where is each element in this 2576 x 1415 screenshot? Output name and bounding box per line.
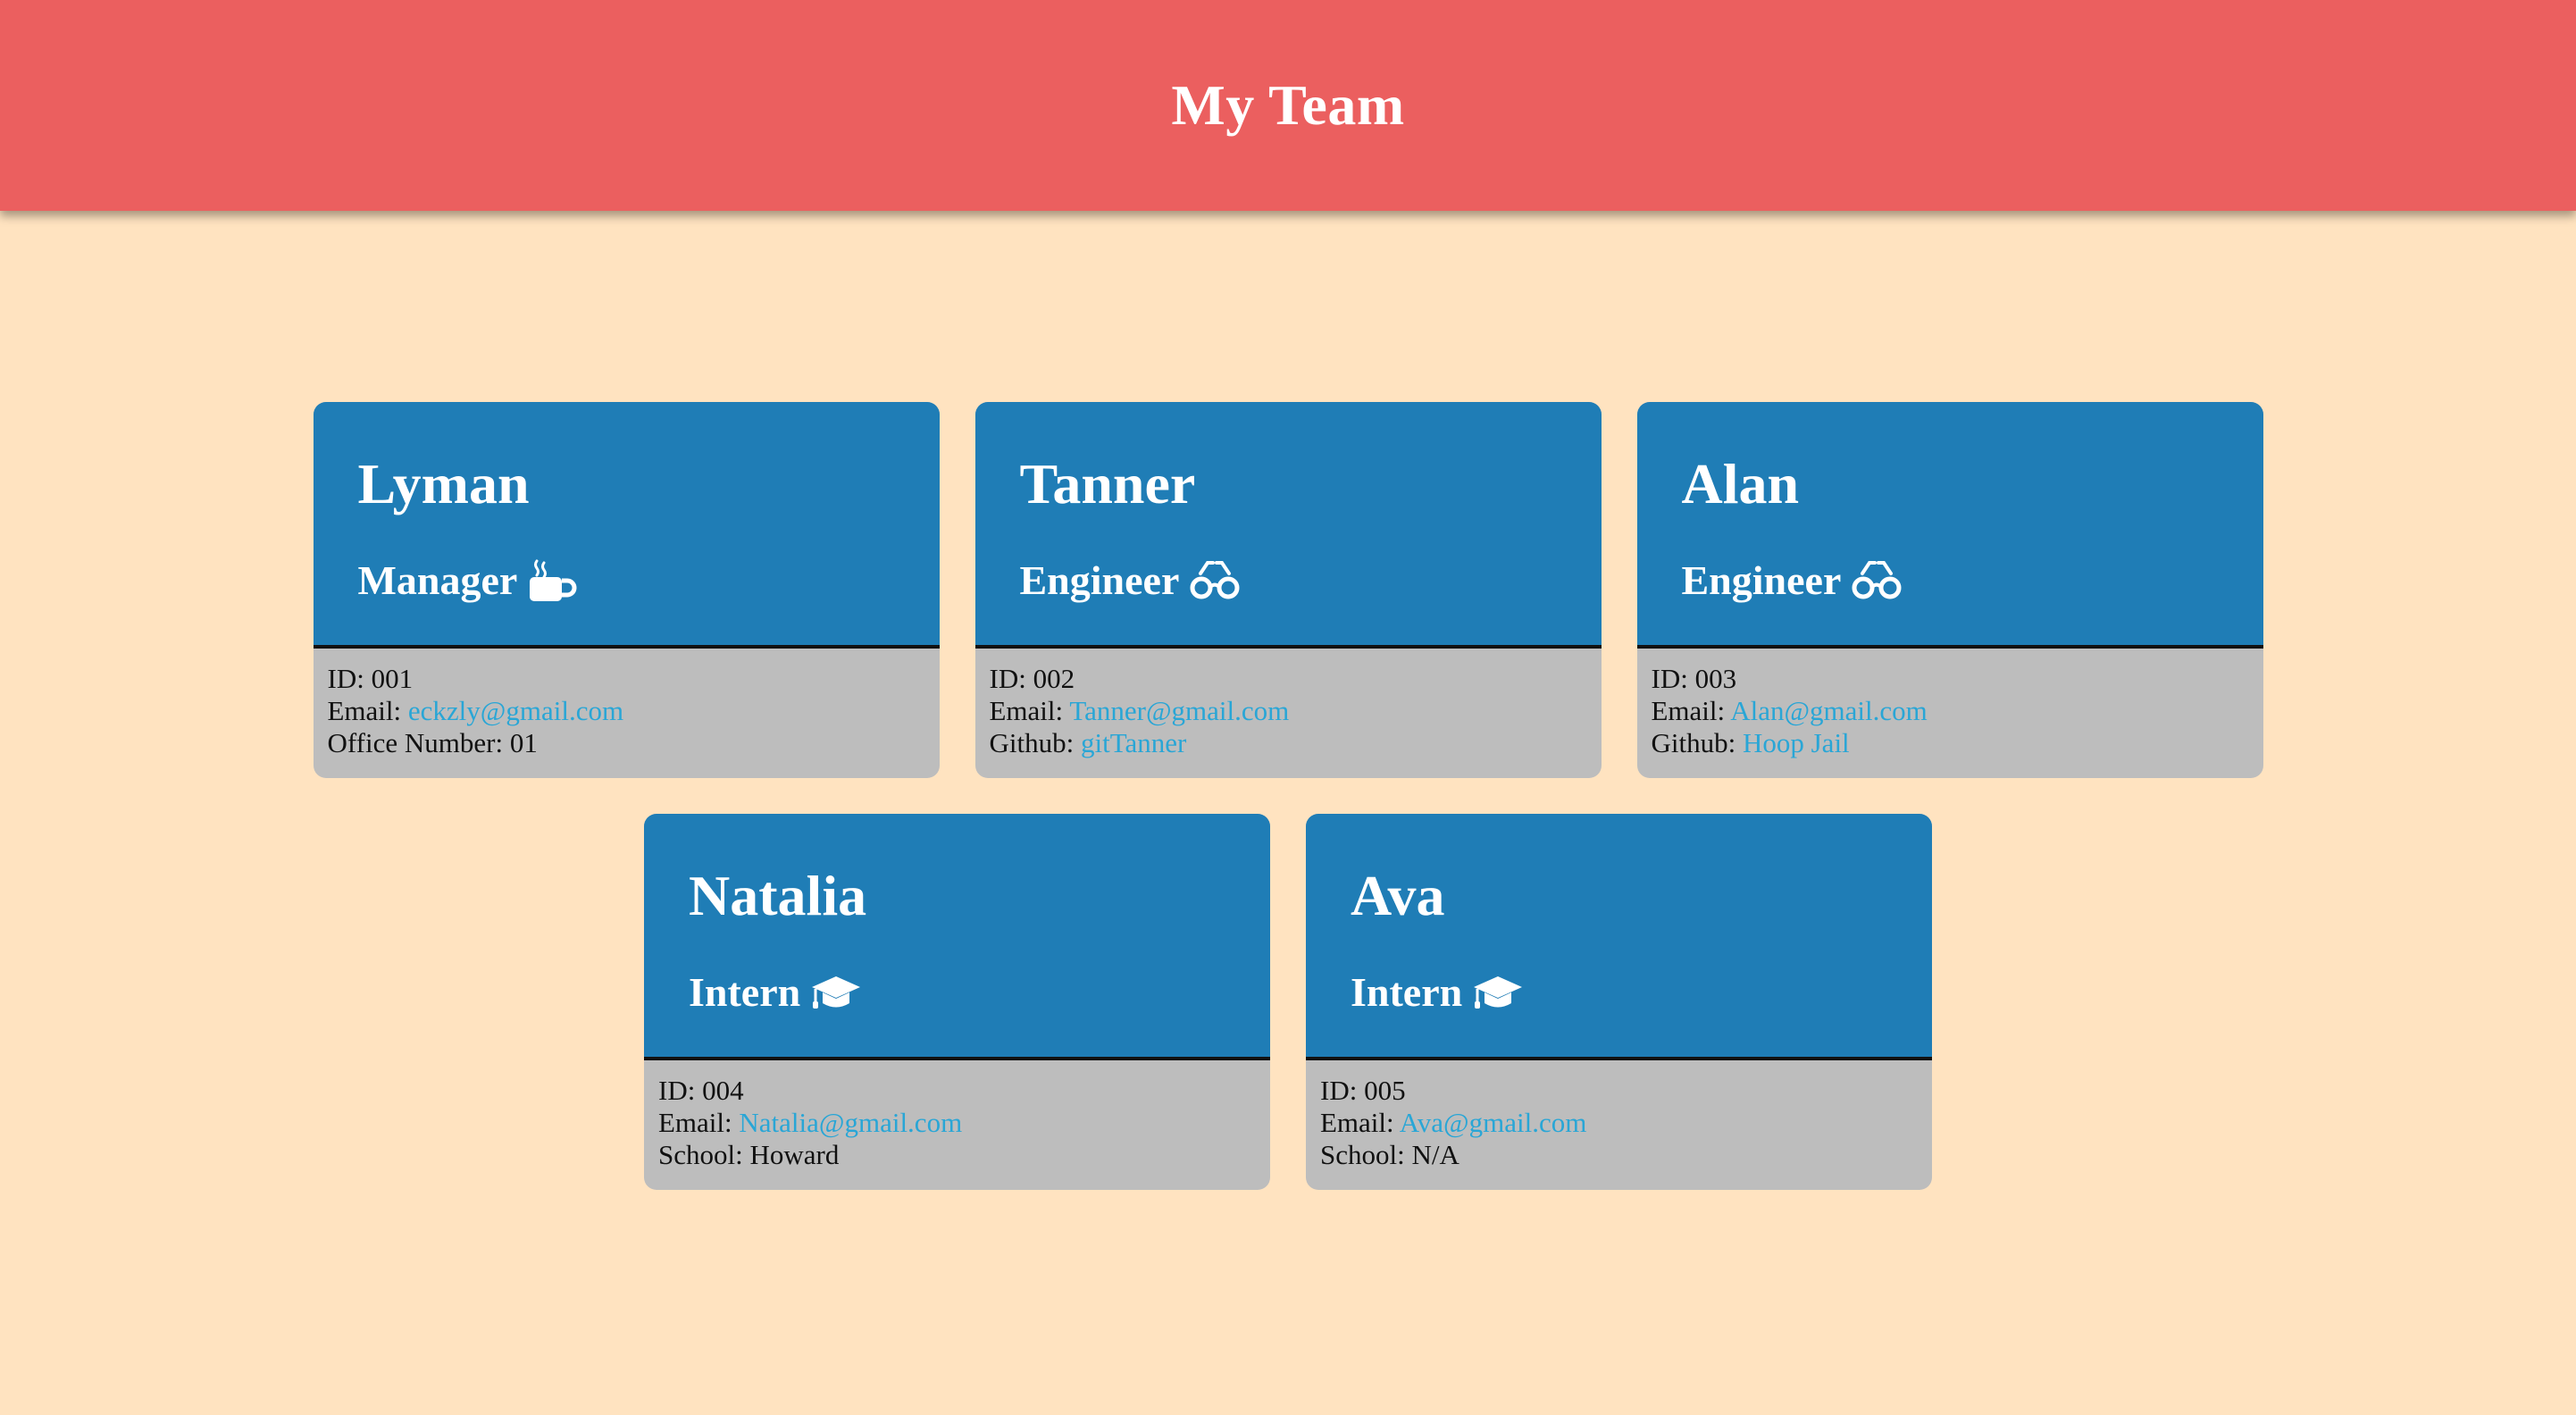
github-row: Github: Hoop Jail [1652,727,2249,759]
employee-role: Intern [689,971,1225,1014]
card-header: Natalia Intern [644,814,1270,1060]
email-link[interactable]: eckzly@gmail.com [408,695,623,726]
office-number-value: 01 [509,727,538,758]
card-details: ID: 003 Email: Alan@gmail.com Github: Ho… [1637,649,2263,759]
employee-role: Manager [358,559,895,602]
employee-role: Engineer [1020,559,1557,602]
email-row: Email: Ava@gmail.com [1320,1107,1918,1139]
graduation-cap-icon [811,971,861,1014]
id-value: 004 [702,1075,744,1106]
email-label: Email: [1320,1107,1394,1138]
school-label: School: [658,1139,743,1170]
card-header: Ava Intern [1306,814,1932,1060]
role-label: Intern [689,969,801,1015]
glasses-icon [1852,559,1902,602]
role-label: Intern [1351,969,1463,1015]
id-row: ID: 004 [658,1075,1256,1107]
page-title: My Team [1171,73,1405,137]
employee-name: Tanner [1019,452,1196,515]
school-row: School: Howard [658,1139,1256,1171]
github-row: Github: gitTanner [990,727,1587,759]
school-label: School: [1320,1139,1405,1170]
employee-role: Engineer [1682,559,2219,602]
email-row: Email: Alan@gmail.com [1652,695,2249,727]
card-header: Alan Engineer [1636,402,2263,649]
employee-role: Intern [1351,971,1887,1014]
email-label: Email: [1651,695,1726,726]
school-value: Howard [749,1139,840,1170]
glasses-icon [1190,559,1240,602]
employee-name: Natalia [689,864,867,927]
school-row: School: N/A [1320,1139,1918,1171]
team-cards: Lyman Manager ID: 001 Email: eckzly@gmai… [313,402,2263,1190]
email-link[interactable]: Alan@gmail.com [1730,695,1928,726]
card-header: Lyman Manager [313,402,940,649]
card-details: ID: 001 Email: eckzly@gmail.com Office N… [314,649,940,759]
github-label: Github: [989,727,1075,758]
github-label: Github: [1651,727,1736,758]
id-label: ID: [1320,1075,1358,1106]
card-details: ID: 004 Email: Natalia@gmail.com School:… [644,1060,1270,1171]
id-label: ID: [989,663,1026,694]
email-link[interactable]: Natalia@gmail.com [739,1107,962,1138]
office-number-label: Office Number: [327,727,504,758]
role-label: Manager [357,557,518,603]
id-value: 001 [371,663,414,694]
employee-card: Tanner Engineer ID: 002 Email: Tanner@gm… [974,402,1602,778]
employee-card: Ava Intern ID: 005 Email: Ava@gmail.com … [1306,814,1932,1190]
email-label: Email: [989,695,1064,726]
school-value: N/A [1411,1139,1459,1170]
employee-card: Alan Engineer ID: 003 Email: Alan@gmail.… [1636,402,2263,778]
id-value: 005 [1364,1075,1406,1106]
employee-card: Natalia Intern ID: 004 Email: Natalia@gm… [644,814,1270,1190]
id-label: ID: [658,1075,696,1106]
id-label: ID: [327,663,364,694]
card-details: ID: 005 Email: Ava@gmail.com School: N/A [1306,1060,1932,1171]
card-details: ID: 002 Email: Tanner@gmail.com Github: … [975,649,1602,759]
github-link[interactable]: Hoop Jail [1743,727,1850,758]
email-row: Email: eckzly@gmail.com [328,695,925,727]
github-link[interactable]: gitTanner [1081,727,1186,758]
employee-name: Alan [1681,452,1800,515]
page-header: My Team [0,0,2576,211]
email-row: Email: Tanner@gmail.com [990,695,1587,727]
graduation-cap-icon [1473,971,1523,1014]
role-label: Engineer [1681,557,1842,603]
employee-name: Lyman [357,452,530,515]
id-value: 003 [1694,663,1737,694]
email-label: Email: [658,1107,732,1138]
office-number-row: Office Number: 01 [328,727,925,759]
employee-name: Ava [1351,864,1445,927]
id-row: ID: 001 [328,663,925,695]
coffee-mug-icon [528,559,578,602]
id-value: 002 [1033,663,1075,694]
id-row: ID: 005 [1320,1075,1918,1107]
card-header: Tanner Engineer [974,402,1602,649]
employee-card: Lyman Manager ID: 001 Email: eckzly@gmai… [313,402,940,778]
role-label: Engineer [1019,557,1180,603]
email-link[interactable]: Ava@gmail.com [1400,1107,1587,1138]
email-link[interactable]: Tanner@gmail.com [1069,695,1289,726]
id-row: ID: 003 [1652,663,2249,695]
email-row: Email: Natalia@gmail.com [658,1107,1256,1139]
id-row: ID: 002 [990,663,1587,695]
email-label: Email: [327,695,402,726]
id-label: ID: [1651,663,1688,694]
